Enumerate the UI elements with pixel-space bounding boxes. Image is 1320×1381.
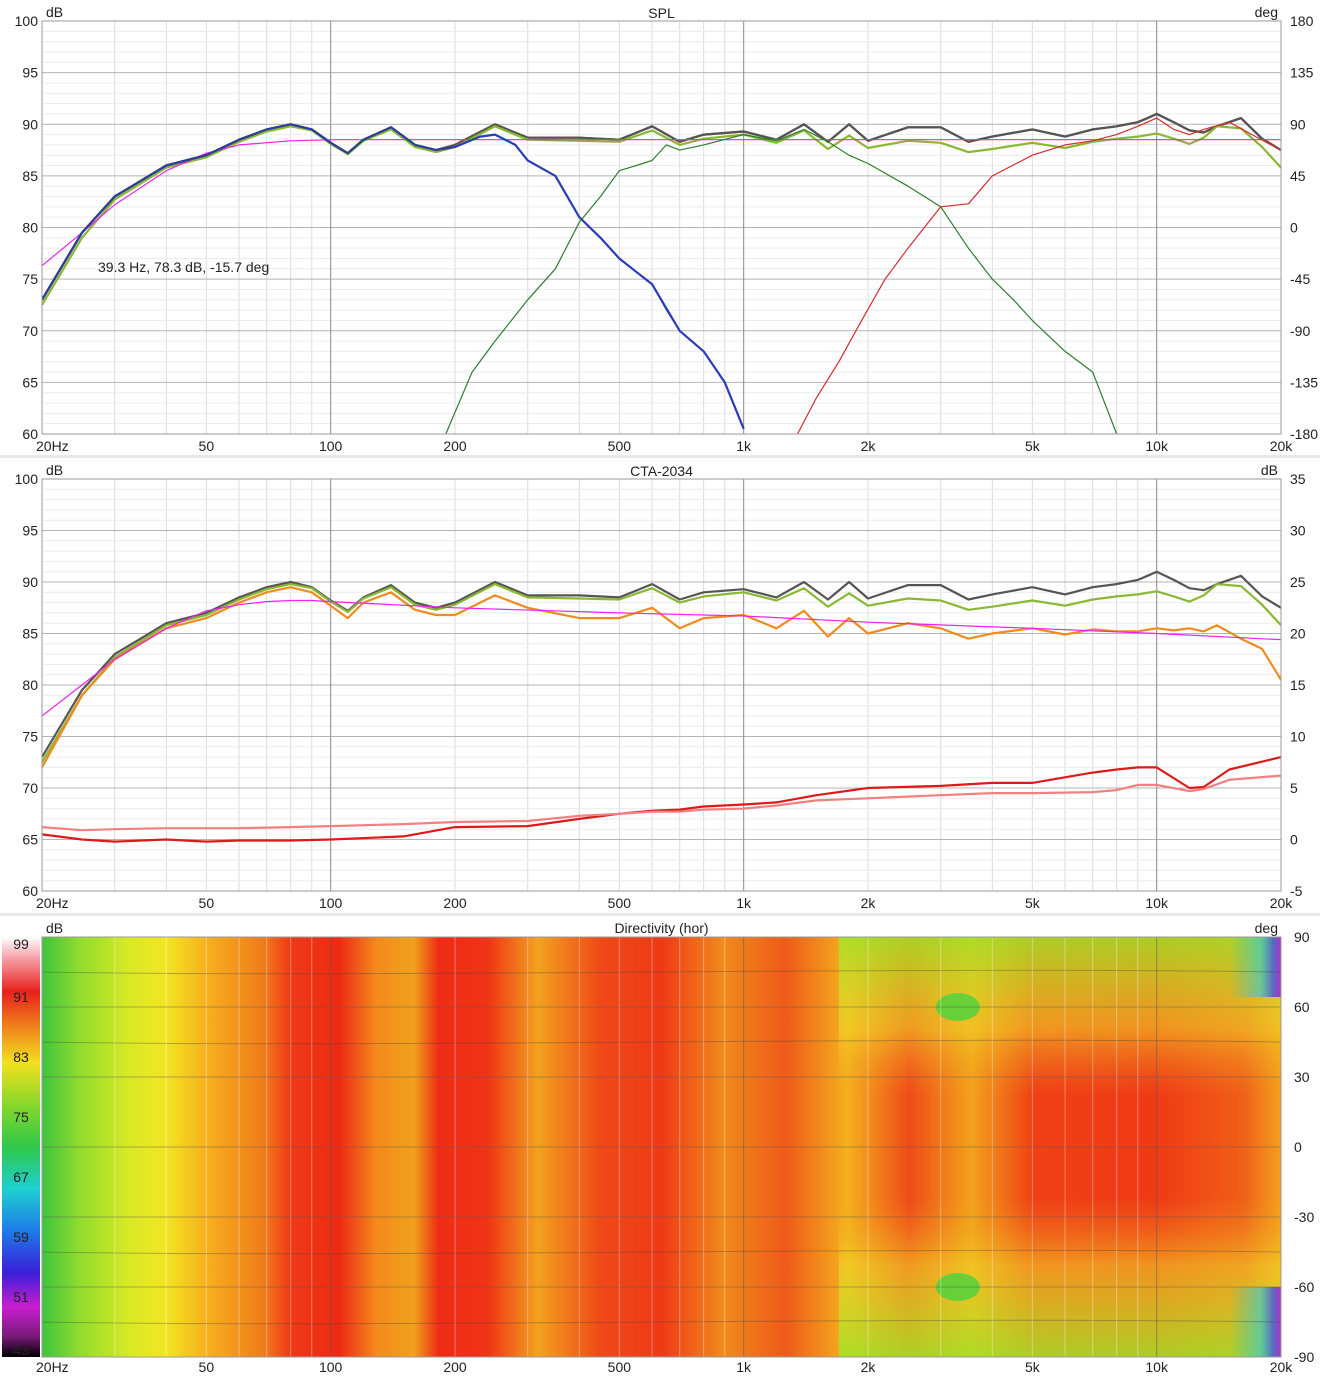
- chart-title: CTA-2034: [630, 463, 693, 479]
- colorbar-tick-label: 51: [13, 1289, 29, 1305]
- y-tick-label: 70: [22, 323, 38, 339]
- x-tick-label: 5k: [1025, 895, 1041, 911]
- y-right-tick-label: 35: [1290, 471, 1306, 487]
- y-right-tick-label: 180: [1290, 13, 1314, 29]
- x-tick-label: 10k: [1145, 438, 1169, 454]
- y-right-tick-label: 60: [1294, 999, 1310, 1015]
- x-tick-label: 20Hz: [36, 1359, 69, 1375]
- y-right-tick-label: 90: [1294, 929, 1310, 945]
- x-tick-label: 1k: [736, 1359, 752, 1375]
- cta2034-chart-svg: 100959085807570656035302520151050-520Hz 5…: [15, 462, 1306, 911]
- x-tick-label: 50: [199, 895, 215, 911]
- x-tick-label: 500: [608, 895, 632, 911]
- y-tick-label: 75: [22, 729, 38, 745]
- colorbar-tick-label: 75: [13, 1109, 29, 1125]
- x-tick-label: 100: [319, 1359, 343, 1375]
- y-tick-label: 65: [22, 374, 38, 390]
- spl-chart: 100 95 90 85 80 75 70 65 60 180 135 90 45 0 -45 -90 -135…: [0, 0, 1320, 456]
- y-right-tick-label: -90: [1294, 1349, 1314, 1365]
- x-tick-label: 20k: [1270, 438, 1294, 454]
- x-tick-label: 2k: [861, 1359, 877, 1375]
- y-tick-label: 100: [15, 471, 39, 487]
- x-tick-label: 20Hz: [36, 895, 69, 911]
- y-right-tick-label: 0: [1290, 220, 1298, 236]
- x-tick-label: 5k: [1025, 438, 1041, 454]
- y-right-tick-label: -60: [1294, 1279, 1314, 1295]
- y-tick-label: 90: [22, 116, 38, 132]
- x-tick-label: 20k: [1270, 1359, 1294, 1375]
- y-tick-label: 100: [15, 13, 39, 29]
- y-right-tick-label: 10: [1290, 729, 1306, 745]
- y-right-tick-label: 25: [1290, 574, 1306, 590]
- y-axis-label-left: dB: [46, 920, 63, 936]
- y-right-tick-label: 90: [1290, 116, 1306, 132]
- y-tick-label: 65: [22, 832, 38, 848]
- x-tick-label: 200: [443, 1359, 467, 1375]
- chart-title: Directivity (hor): [614, 920, 708, 936]
- colorbar-tick-label: 67: [13, 1169, 29, 1185]
- y-right-tick-label: 30: [1294, 1069, 1310, 1085]
- y-right-tick-label: 45: [1290, 168, 1306, 184]
- colorbar-tick-label: 99: [13, 936, 29, 952]
- y-axis-label-left: dB: [46, 4, 63, 20]
- y-tick-label: 90: [22, 574, 38, 590]
- x-tick-label: 200: [443, 438, 467, 454]
- directivity-chart: 90 60 30 0 -30 -60 -90 99 91 83 75 67 59 51 43 20Hz 50 10…: [0, 916, 1320, 1376]
- y-right-tick-label: 135: [1290, 65, 1314, 81]
- y-right-tick-label: -30: [1294, 1209, 1314, 1225]
- y-right-tick-label: 30: [1290, 523, 1306, 539]
- x-tick-label: 50: [199, 1359, 215, 1375]
- x-tick-label: 10k: [1145, 895, 1169, 911]
- y-right-tick-label: 0: [1294, 1139, 1302, 1155]
- x-tick-label: 500: [608, 1359, 632, 1375]
- y-tick-label: 85: [22, 168, 38, 184]
- y-tick-label: 75: [22, 271, 38, 287]
- y-tick-label: 80: [22, 220, 38, 236]
- y-axis-label-right: deg: [1255, 920, 1278, 936]
- x-tick-label: 20k: [1270, 895, 1294, 911]
- x-tick-label: 20Hz: [36, 438, 69, 454]
- x-tick-label: 50: [199, 438, 215, 454]
- colorbar-tick-label: 91: [13, 989, 29, 1005]
- x-tick-label: 2k: [861, 438, 877, 454]
- spl-chart-svg: 100959085807570656018013590450-45-90-135…: [15, 4, 1319, 454]
- x-tick-label: 500: [608, 438, 632, 454]
- y-right-tick-label: 20: [1290, 626, 1306, 642]
- colorbar-tick-label: 43: [13, 1342, 29, 1358]
- y-right-tick-label: -90: [1290, 323, 1310, 339]
- x-tick-label: 200: [443, 895, 467, 911]
- y-tick-label: 70: [22, 780, 38, 796]
- x-tick-label: 100: [319, 438, 343, 454]
- cta2034-chart: 100 95 90 85 80 75 70 65 60 35 30 25 20 15 10 5 0 -5 20Hz 5…: [0, 458, 1320, 914]
- x-tick-label: 2k: [861, 895, 877, 911]
- y-right-tick-label: 0: [1290, 832, 1298, 848]
- x-tick-label: 10k: [1145, 1359, 1169, 1375]
- colorbar-tick-label: 83: [13, 1049, 29, 1065]
- x-tick-label: 100: [319, 895, 343, 911]
- x-tick-label: 5k: [1025, 1359, 1041, 1375]
- y-right-tick-label: -45: [1290, 271, 1310, 287]
- directivity-chart-svg: 90 60 30 0 -30 -60 -90 99 91 83 75 67 59 51 43 20Hz 50 10…: [2, 920, 1314, 1375]
- y-axis-label-left: dB: [46, 462, 63, 478]
- colorbar-tick-label: 59: [13, 1229, 29, 1245]
- y-right-tick-label: 15: [1290, 677, 1306, 693]
- x-tick-label: 1k: [736, 895, 752, 911]
- y-right-tick-label: 5: [1290, 780, 1298, 796]
- heatmap-beaming-top: [1229, 937, 1281, 997]
- y-right-tick-label: -180: [1290, 426, 1318, 442]
- y-tick-label: 95: [22, 523, 38, 539]
- y-right-tick-label: -135: [1290, 374, 1318, 390]
- y-tick-label: 95: [22, 65, 38, 81]
- cursor-annotation: 39.3 Hz, 78.3 dB, -15.7 deg: [98, 259, 269, 275]
- x-tick-label: 1k: [736, 438, 752, 454]
- y-tick-label: 85: [22, 626, 38, 642]
- y-axis-label-right: deg: [1255, 4, 1278, 20]
- chart-title: SPL: [648, 5, 675, 21]
- y-axis-label-right: dB: [1261, 462, 1278, 478]
- y-tick-label: 80: [22, 677, 38, 693]
